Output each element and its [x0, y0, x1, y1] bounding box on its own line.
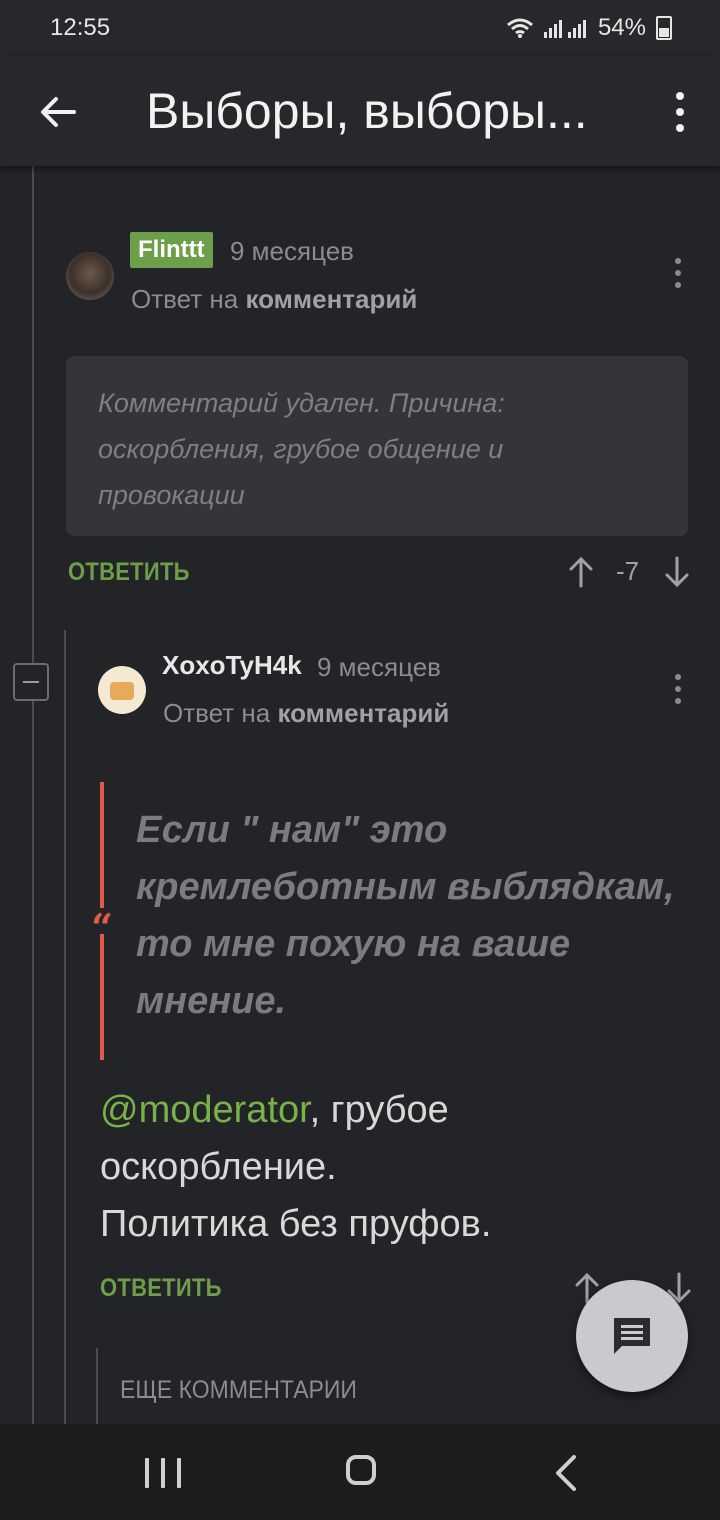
comment-time: 9 месяцев [317, 652, 441, 682]
reply-target-link[interactable]: комментарий [245, 284, 417, 314]
wifi-icon [506, 18, 533, 38]
comment-menu-icon[interactable] [675, 674, 683, 704]
reply-to: Ответ на комментарий [131, 284, 417, 315]
home-icon[interactable] [346, 1455, 376, 1485]
reply-target-link[interactable]: комментарий [277, 698, 449, 728]
thread-line [96, 1348, 98, 1424]
system-back-icon[interactable] [552, 1454, 578, 1492]
reply-prefix: Ответ на [131, 284, 239, 314]
reply-prefix: Ответ на [163, 698, 271, 728]
downvote-icon[interactable] [664, 556, 690, 588]
signal-icon [543, 20, 586, 38]
avatar[interactable] [98, 666, 146, 714]
reply-button[interactable]: ОТВЕТИТЬ [100, 1274, 222, 1303]
comment-body-text: Политика без пруфов. [100, 1203, 492, 1245]
page-title: Выборы, выборы... [146, 83, 588, 139]
comment-score: -7 [616, 556, 640, 586]
comments-fab[interactable] [576, 1280, 688, 1392]
status-bar: 12:55 54% [0, 0, 720, 56]
thread-line [64, 630, 66, 1424]
avatar[interactable] [66, 252, 114, 300]
back-arrow-icon[interactable] [36, 90, 80, 134]
comment-icon [614, 1318, 650, 1354]
username[interactable]: XoxoTyH4k [162, 650, 302, 681]
comment-menu-icon[interactable] [675, 258, 683, 288]
quoted-text: Если " нам" это кремлеботным выблядкам, … [136, 809, 675, 1022]
comment-time: 9 месяцев [230, 236, 354, 266]
comments-thread: Flinttt 9 месяцев Ответ на комментарий К… [0, 166, 720, 1424]
reply-to: Ответ на комментарий [163, 698, 449, 729]
status-icons: 54% [506, 14, 672, 42]
battery-icon [656, 16, 672, 40]
overflow-menu-icon[interactable] [668, 92, 692, 132]
collapse-thread-button[interactable] [13, 663, 49, 701]
system-nav-bar [0, 1424, 720, 1520]
reply-button[interactable]: ОТВЕТИТЬ [68, 558, 190, 587]
battery-percent: 54% [597, 14, 646, 41]
username[interactable]: Flinttt [130, 232, 213, 268]
app-bar: Выборы, выборы... [0, 56, 720, 166]
quote-icon: “ [89, 908, 115, 948]
upvote-icon[interactable] [568, 556, 594, 588]
recent-apps-icon[interactable] [145, 1458, 181, 1488]
status-time: 12:55 [50, 14, 111, 41]
comment-body: @moderator, грубое оскорбление. Политика… [100, 1082, 660, 1253]
more-comments-link[interactable]: ЕЩЕ КОММЕНТАРИИ [120, 1376, 357, 1405]
deleted-comment-notice: Комментарий удален. Причина: оскорбления… [66, 356, 688, 536]
mention-link[interactable]: @moderator [100, 1089, 310, 1131]
thread-line [32, 166, 34, 1424]
